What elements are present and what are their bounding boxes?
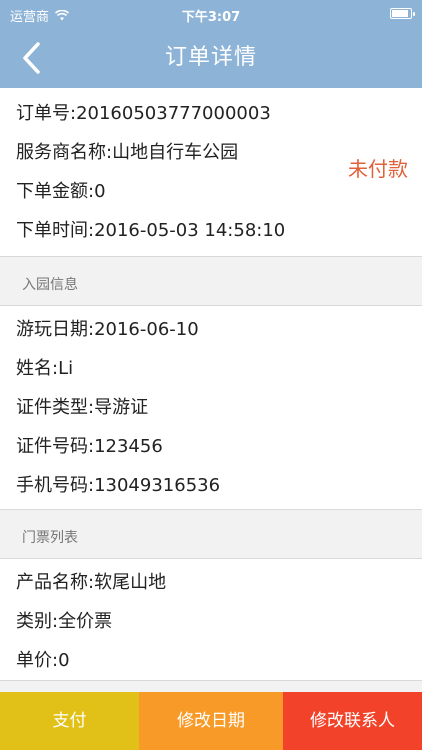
order-number-value: 20160503777000003 — [76, 103, 271, 124]
id-number-value: 123456 — [94, 436, 163, 457]
visitor-info-card: 游玩日期:2016-06-10 姓名:Li 证件类型:导游证 证件号码:1234… — [0, 305, 422, 510]
change-date-button[interactable]: 修改日期 — [139, 692, 283, 750]
provider-label: 服务商名称: — [16, 142, 113, 163]
visit-date-row: 游玩日期:2016-06-10 — [0, 310, 422, 349]
id-type-label: 证件类型: — [16, 397, 95, 418]
product-row: 产品名称:软尾山地 — [0, 563, 422, 602]
order-time-row: 下单时间:2016-05-03 14:58:10 — [0, 211, 422, 250]
visit-date-value: 2016-06-10 — [94, 319, 199, 340]
visitor-section-header: 入园信息 — [22, 277, 78, 293]
id-number-row: 证件号码:123456 — [0, 427, 422, 466]
amount-value: 0 — [94, 181, 106, 202]
pay-button[interactable]: 支付 — [0, 692, 139, 750]
unit-price-row: 单价:0 — [0, 641, 422, 680]
category-label: 类别: — [16, 611, 59, 632]
ticket-info-card: 产品名称:软尾山地 类别:全价票 单价:0 — [0, 558, 422, 681]
ticket-section-header: 门票列表 — [22, 530, 78, 546]
id-type-row: 证件类型:导游证 — [0, 388, 422, 427]
nav-bar: 订单详情 — [0, 28, 422, 88]
status-bar: 运营商 下午3:07 — [0, 0, 422, 28]
order-time-label: 下单时间: — [16, 220, 95, 241]
amount-label: 下单金额: — [16, 181, 95, 202]
visitor-name-row: 姓名:Li — [0, 349, 422, 388]
unit-price-label: 单价: — [16, 650, 59, 671]
product-value: 软尾山地 — [94, 572, 167, 593]
category-row: 类别:全价票 — [0, 602, 422, 641]
order-time-value: 2016-05-03 14:58:10 — [94, 220, 286, 241]
phone-row: 手机号码:13049316536 — [0, 466, 422, 505]
visit-date-label: 游玩日期: — [16, 319, 95, 340]
status-time: 下午3:07 — [181, 10, 241, 25]
order-detail-content[interactable]: 订单号:20160503777000003 服务商名称:山地自行车公园 下单金额… — [0, 88, 422, 692]
order-info-card: 订单号:20160503777000003 服务商名称:山地自行车公园 下单金额… — [0, 88, 422, 257]
unit-price-value: 0 — [58, 650, 70, 671]
battery-icon — [390, 8, 415, 19]
order-number-label: 订单号: — [16, 103, 77, 124]
page-title: 订单详情 — [164, 45, 257, 70]
visitor-name-value: Li — [58, 358, 74, 379]
provider-value: 山地自行车公园 — [112, 142, 239, 163]
category-value: 全价票 — [58, 611, 113, 632]
visitor-name-label: 姓名: — [16, 358, 59, 379]
product-label: 产品名称: — [16, 572, 95, 593]
id-number-label: 证件号码: — [16, 436, 95, 457]
change-contact-button[interactable]: 修改联系人 — [283, 692, 422, 750]
phone-value: 13049316536 — [94, 475, 221, 496]
bottom-action-bar: 支付 修改日期 修改联系人 — [0, 692, 422, 750]
payment-status-badge: 未付款 — [348, 157, 408, 181]
phone-label: 手机号码: — [16, 475, 95, 496]
id-type-value: 导游证 — [94, 397, 149, 418]
battery-level — [392, 10, 408, 17]
order-number-row: 订单号:20160503777000003 — [0, 94, 422, 133]
